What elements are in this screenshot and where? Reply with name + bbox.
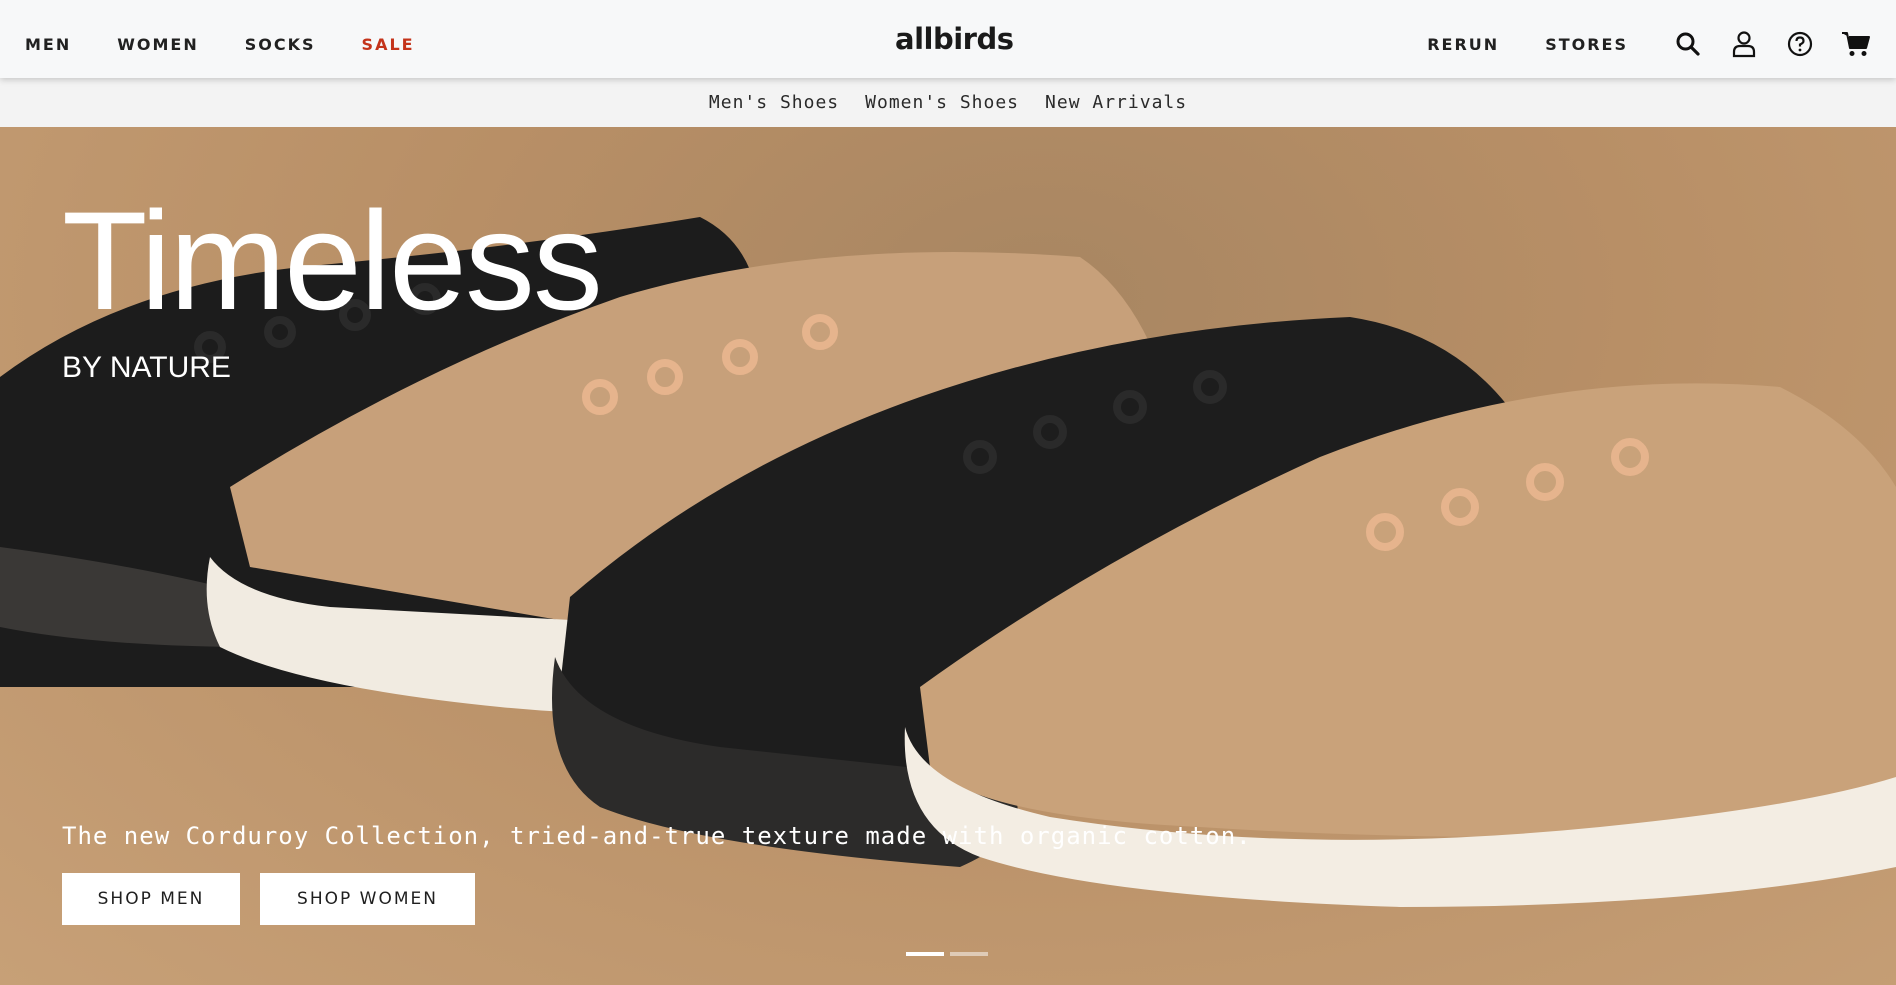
hero-banner: Timeless BY NATURE The new Corduroy Coll… <box>0 127 1896 985</box>
cart-icon[interactable] <box>1840 28 1872 60</box>
site-header: MEN WOMEN SOCKS SALE allbirds RERUN STOR… <box>0 0 1896 78</box>
carousel-dot-1[interactable] <box>906 952 944 956</box>
nav-women[interactable]: WOMEN <box>117 35 199 54</box>
shop-women-button[interactable]: SHOP WOMEN <box>260 873 475 925</box>
subnav-womens-shoes[interactable]: Women's Shoes <box>865 92 1019 113</box>
carousel-indicators <box>906 952 994 956</box>
subnav-mens-shoes[interactable]: Men's Shoes <box>709 92 839 113</box>
subnav-new-arrivals[interactable]: New Arrivals <box>1045 92 1187 113</box>
nav-men[interactable]: MEN <box>25 35 71 54</box>
search-icon[interactable] <box>1672 28 1704 60</box>
primary-nav: MEN WOMEN SOCKS SALE <box>25 0 461 88</box>
nav-sale[interactable]: SALE <box>362 35 415 54</box>
brand-logo[interactable]: allbirds <box>895 22 1014 56</box>
nav-socks[interactable]: SOCKS <box>245 35 316 54</box>
nav-rerun[interactable]: RERUN <box>1427 35 1499 54</box>
nav-stores[interactable]: STORES <box>1545 35 1628 54</box>
help-icon[interactable] <box>1784 28 1816 60</box>
account-icon[interactable] <box>1728 28 1760 60</box>
hero-description: The new Corduroy Collection, tried-and-t… <box>62 822 1252 850</box>
hero-title: Timeless <box>62 182 603 339</box>
hero-subtitle: BY NATURE <box>62 351 231 384</box>
shop-men-button[interactable]: SHOP MEN <box>62 873 240 925</box>
secondary-nav: RERUN STORES <box>1427 0 1872 88</box>
carousel-dot-2[interactable] <box>950 952 988 956</box>
